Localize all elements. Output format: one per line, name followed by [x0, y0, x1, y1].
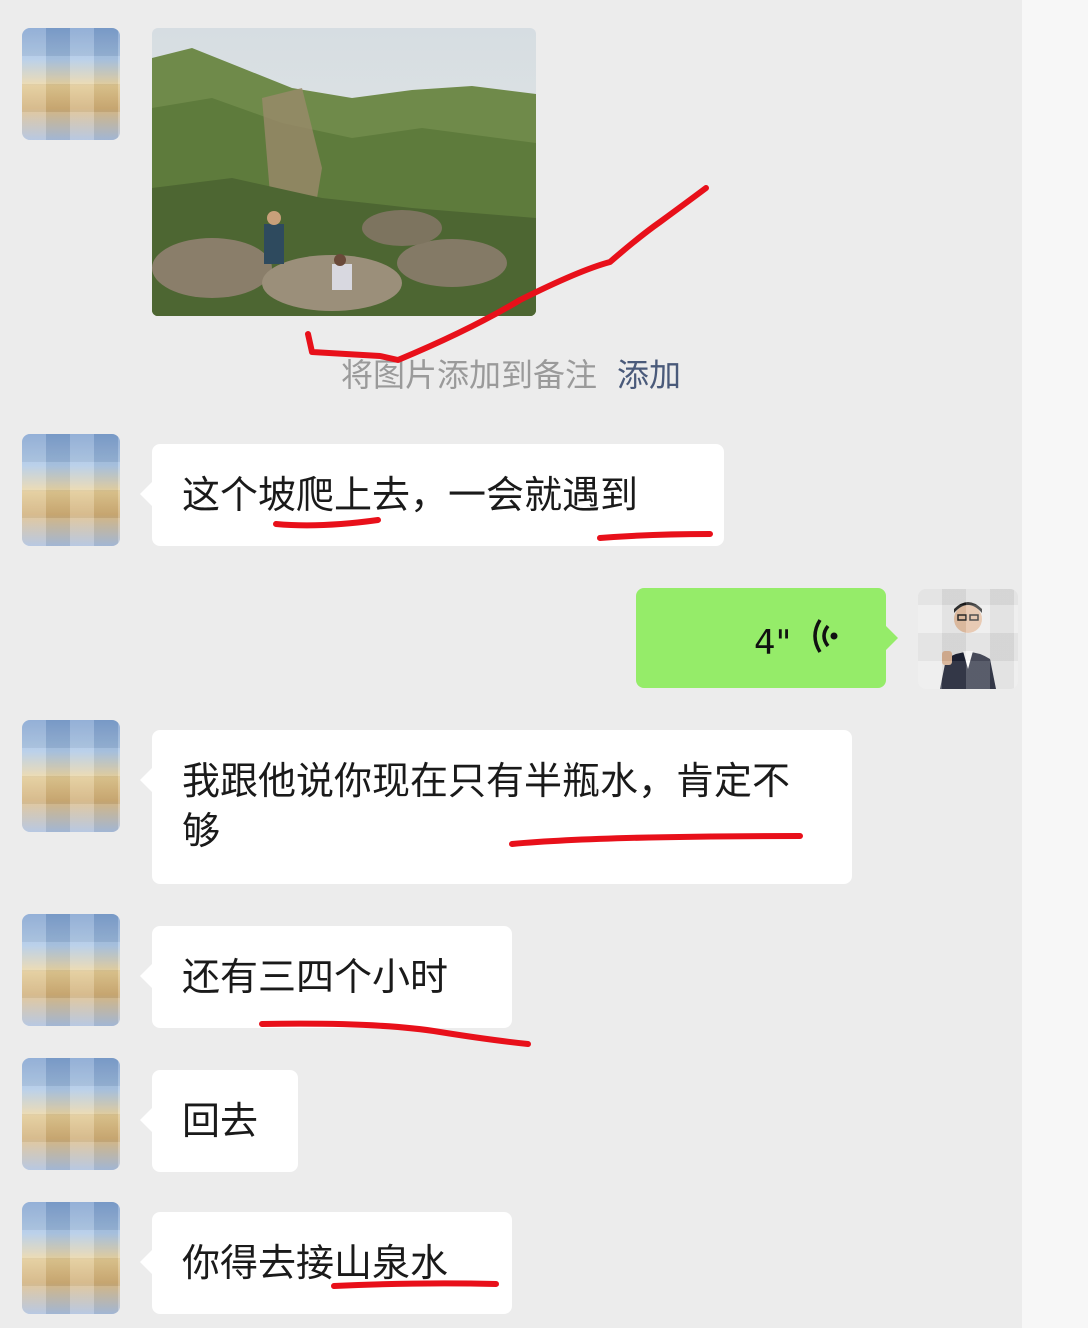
hiking-photo-image: [152, 28, 536, 316]
message-text: 还有三四个小时: [182, 955, 449, 999]
sound-wave-icon: [813, 619, 838, 653]
right-edge-strip: [1022, 0, 1088, 1328]
message-bubble[interactable]: 你得去接山泉水: [140, 1212, 512, 1314]
voice-message-bubble[interactable]: 4": [636, 588, 898, 688]
chat-photo-mountain-hike[interactable]: [152, 28, 536, 316]
photo-note-text: 将图片添加到备注: [340, 356, 597, 394]
message-bubble[interactable]: 还有三四个小时: [140, 926, 512, 1028]
voice-duration: 4": [754, 623, 792, 663]
add-photo-to-remark: 将图片添加到备注 添加: [0, 350, 1022, 396]
contact-avatar[interactable]: [22, 28, 120, 140]
contact-avatar[interactable]: [22, 914, 120, 1026]
message-text: 这个坡爬上去，一会就遇到: [182, 473, 639, 517]
message-text: 回去: [182, 1099, 259, 1143]
message-bubble[interactable]: 回去: [140, 1070, 298, 1172]
message-bubble[interactable]: 我跟他说你现在只有半瓶水，肯定不够: [140, 730, 852, 884]
contact-avatar[interactable]: [22, 1058, 120, 1170]
message-text: 我跟他说你现在只有半瓶水，肯定不够: [182, 759, 791, 853]
add-link[interactable]: 添加: [617, 356, 681, 394]
contact-avatar[interactable]: [22, 434, 120, 546]
person-in-suit-icon: [918, 589, 1018, 689]
contact-avatar[interactable]: [22, 720, 120, 832]
message-text: 你得去接山泉水: [182, 1241, 449, 1285]
my-avatar[interactable]: [918, 589, 1018, 689]
message-bubble[interactable]: 这个坡爬上去，一会就遇到: [140, 444, 724, 546]
contact-avatar[interactable]: [22, 1202, 120, 1314]
